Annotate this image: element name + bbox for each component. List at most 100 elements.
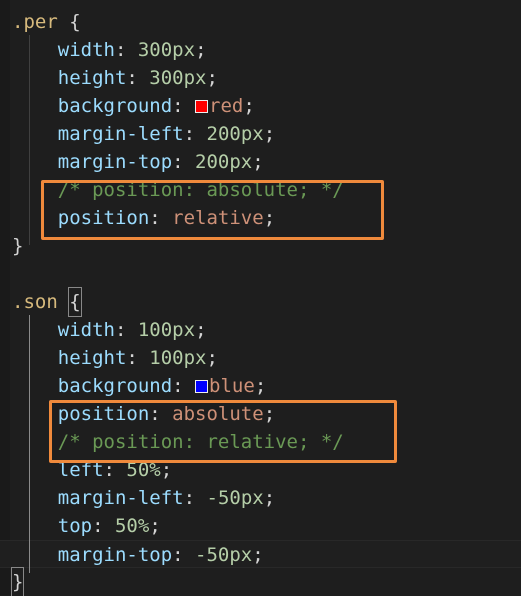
code-token: top — [57, 515, 93, 537]
code-line[interactable]: height: 300px; — [0, 64, 521, 92]
code-token: left — [57, 459, 104, 481]
color-swatch-icon[interactable] — [195, 100, 209, 113]
code-line[interactable]: background: blue; — [0, 372, 521, 400]
code-line[interactable]: margin-top: -50px; — [0, 540, 521, 568]
code-token: : — [114, 39, 138, 61]
code-line-text: background: blue; — [0, 372, 267, 400]
code-line[interactable]: position: relative; — [0, 204, 521, 232]
code-token: ; — [206, 67, 218, 89]
code-token: : — [183, 123, 207, 145]
code-line[interactable]: top: 50%; — [0, 512, 521, 540]
code-token: /* position: relative; */ — [57, 431, 344, 453]
code-token: : — [114, 319, 138, 341]
color-swatch-icon[interactable] — [195, 380, 209, 393]
code-token: width — [57, 319, 115, 341]
code-token: 300px — [149, 67, 207, 89]
code-token: position — [57, 403, 150, 425]
code-token: ; — [254, 375, 267, 397]
code-line[interactable]: margin-left: 200px; — [0, 120, 521, 148]
code-token: margin-left — [57, 487, 184, 509]
code-line[interactable]: .per { — [0, 8, 521, 36]
code-token: red — [209, 95, 244, 117]
code-line[interactable]: margin-top: 200px; — [0, 148, 521, 176]
code-token: margin-top — [57, 544, 173, 566]
code-token: ; — [149, 515, 161, 537]
code-token: : — [103, 459, 127, 481]
code-line[interactable]: .son { — [0, 287, 521, 317]
code-line[interactable]: margin-left: -50px; — [0, 484, 521, 512]
code-token: absolute — [172, 403, 264, 425]
code-line[interactable]: } — [0, 567, 521, 596]
code-token: .per — [12, 11, 58, 33]
code-line-text: .per { — [0, 8, 81, 36]
code-editor[interactable]: .per { width: 300px; height: 300px; back… — [0, 0, 521, 596]
code-token: : — [126, 67, 150, 89]
code-line-text: width: 100px; — [0, 316, 207, 344]
code-line-text: height: 300px; — [0, 64, 218, 92]
code-line-text: /* position: absolute; */ — [0, 176, 344, 204]
code-token: : — [92, 515, 115, 537]
code-line[interactable]: width: 100px; — [0, 316, 521, 344]
code-token: { — [68, 287, 82, 317]
code-line-text: margin-left: 200px; — [0, 120, 275, 148]
code-line-text: width: 300px; — [0, 36, 207, 64]
code-line[interactable]: background: red; — [0, 92, 521, 120]
code-token: ; — [243, 95, 255, 117]
code-line[interactable]: width: 300px; — [0, 36, 521, 64]
code-token: ; — [263, 123, 276, 145]
code-token: ; — [160, 459, 173, 481]
code-token: ; — [252, 544, 264, 566]
code-token: 50% — [114, 515, 150, 537]
code-line-text: position: absolute; — [0, 400, 275, 428]
code-token: 100px — [137, 319, 196, 341]
code-token: 50% — [126, 459, 161, 481]
code-token: } — [10, 567, 25, 596]
code-line-text: margin-left: -50px; — [0, 484, 275, 512]
code-token: ; — [263, 403, 276, 425]
code-line-text: position: relative; — [0, 204, 275, 232]
code-line[interactable]: height: 100px; — [0, 344, 521, 372]
code-line-text: top: 50%; — [0, 512, 161, 540]
code-line-text: margin-top: 200px; — [0, 148, 264, 176]
code-line[interactable]: position: absolute; — [0, 400, 521, 428]
code-line[interactable]: /* position: absolute; */ — [0, 176, 521, 204]
code-line[interactable]: /* position: relative; */ — [0, 428, 521, 456]
code-token: ; — [195, 319, 207, 341]
code-line-text: .son { — [0, 287, 82, 317]
code-token: : — [172, 95, 196, 117]
code-token: height — [57, 347, 127, 369]
code-token: /* position: absolute; */ — [57, 179, 344, 201]
code-line[interactable] — [0, 260, 521, 288]
code-token: 200px — [195, 151, 253, 173]
code-token: ; — [263, 487, 276, 509]
code-token: ; — [252, 151, 264, 173]
indent-guide — [29, 35, 30, 245]
code-line-text: /* position: relative; */ — [0, 428, 344, 456]
code-token: : — [149, 403, 173, 425]
code-line-text: } — [0, 567, 25, 596]
code-token: { — [69, 11, 81, 33]
code-token: 300px — [137, 39, 196, 61]
code-token: : — [126, 347, 150, 369]
code-token: margin-left — [57, 123, 184, 145]
code-token: background — [57, 375, 173, 397]
code-token: height — [57, 67, 127, 89]
code-token: .son — [12, 291, 58, 313]
code-token: margin-top — [57, 151, 173, 173]
code-lines-container[interactable]: .per { width: 300px; height: 300px; back… — [0, 0, 521, 596]
code-line[interactable]: } — [0, 232, 521, 260]
code-line-text: margin-top: -50px; — [0, 541, 264, 569]
code-line[interactable]: left: 50%; — [0, 456, 521, 484]
